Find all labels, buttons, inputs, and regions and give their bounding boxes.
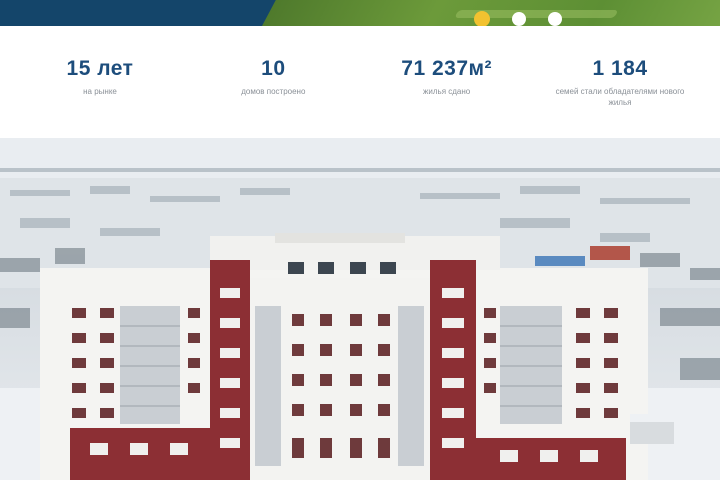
stat-value: 10	[261, 57, 286, 80]
stat-value: 15 лет	[66, 57, 134, 80]
building-photo	[0, 138, 720, 480]
hero-slide-dark-panel	[0, 0, 290, 26]
stat-label: семей стали обладателями нового жилья	[555, 87, 685, 107]
stat-label: домов построено	[241, 87, 306, 96]
slider-dot-2[interactable]	[512, 12, 526, 26]
building-illustration	[0, 138, 720, 480]
slider-dot-1[interactable]	[474, 11, 490, 26]
slider-pagination	[474, 11, 562, 26]
stat-label: на рынке	[83, 87, 117, 96]
stat-value: 1 184	[592, 57, 648, 80]
hero-slider	[0, 0, 720, 26]
stat-years: 15 лет на рынке	[20, 26, 180, 138]
stat-label: жилья сдано	[423, 87, 471, 96]
stat-houses: 10 домов построено	[193, 26, 353, 138]
stat-area: 71 237м² жилья сдано	[367, 26, 527, 138]
company-stats: 15 лет на рынке 10 домов построено 71 23…	[0, 26, 720, 138]
stat-families: 1 184 семей стали обладателями нового жи…	[540, 26, 700, 138]
stat-value: 71 237м²	[401, 57, 493, 80]
slider-dot-3[interactable]	[548, 12, 562, 26]
